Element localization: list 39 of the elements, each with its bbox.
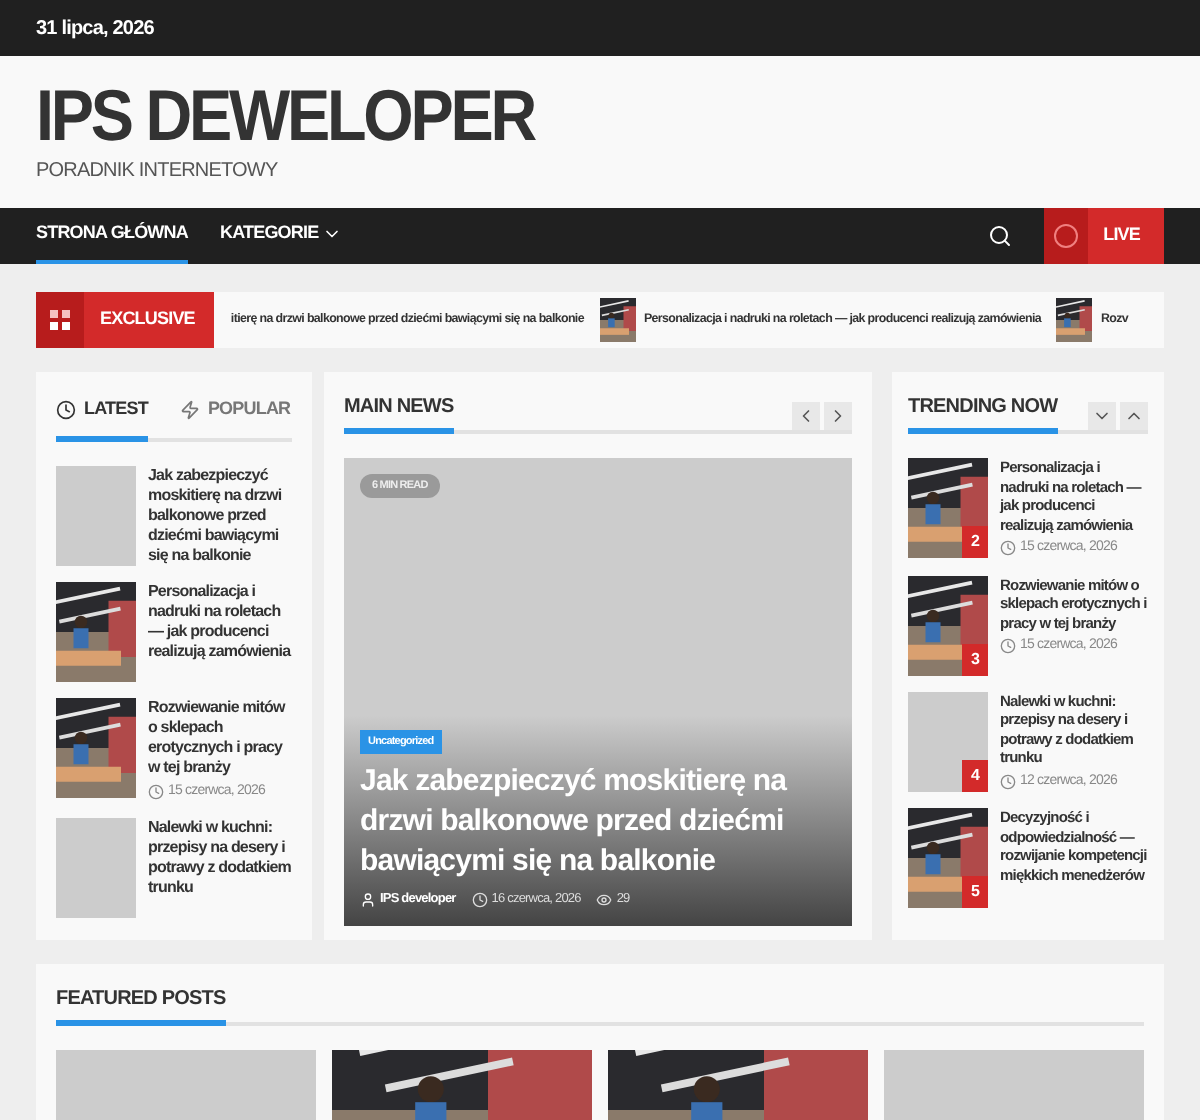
date-text: 31 lipca, 2026 (36, 15, 154, 43)
up-button[interactable] (1120, 402, 1148, 430)
rank-badge: 5 (962, 876, 988, 908)
clock-icon (1000, 773, 1016, 790)
clock-icon (148, 783, 164, 800)
search-icon[interactable] (987, 224, 1012, 248)
rank-badge: 4 (962, 759, 988, 791)
section-heading: FEATURED POSTS (56, 988, 226, 1026)
clock-icon (1000, 540, 1016, 557)
nav-link[interactable]: STRONA GŁÓWNA (36, 208, 188, 264)
rank-badge: 3 (962, 643, 988, 675)
section-heading: MAIN NEWS (344, 396, 454, 434)
post-title[interactable]: Jak zabezpieczyć moskitierę na drzwi balkonowe przed dziećmi bawiącymi się na balkonie (148, 465, 292, 565)
main-news-title[interactable]: Jak zabezpieczyć moskitierę na drzwi balkonowe przed dziećmi bawiącymi się na balkonie (360, 762, 836, 883)
clock-icon (56, 399, 76, 420)
previous-button[interactable] (792, 402, 820, 430)
post-title[interactable]: Rozwiewanie mitów o sklepach erotycznych i pracy w tej branży (148, 697, 292, 777)
image-placeholder (56, 818, 136, 918)
clock-icon (1000, 638, 1016, 655)
grid-icon (50, 310, 70, 330)
section-heading: TRENDING NOW (908, 396, 1058, 434)
image-placeholder (56, 465, 136, 565)
clock-icon (471, 892, 488, 909)
post-title[interactable]: Personalizacja i nadruki na roletach — jak producenci realizują zamówienia (148, 581, 292, 661)
site-tagline: PORADNIK INTERNETOWY (36, 157, 280, 185)
exclusive-label: EXCLUSIVE (36, 292, 215, 348)
tab[interactable]: LATEST (56, 396, 148, 441)
site-title[interactable]: IPS DEWELOPER (36, 79, 1052, 151)
down-button[interactable] (1088, 402, 1116, 430)
nav-link[interactable]: KATEGORIE (219, 208, 343, 264)
lightning-icon (179, 399, 200, 420)
eye-icon (596, 892, 613, 909)
post-title[interactable]: Nalewki w kuchni: przepisy na desery i potrawy z dodatkiem trunku (148, 818, 292, 898)
user-icon (360, 892, 376, 909)
live-button[interactable]: LIVE (1043, 208, 1164, 264)
tab[interactable]: POPULAR (179, 396, 291, 441)
rank-badge: 2 (962, 526, 988, 558)
next-button[interactable] (824, 402, 852, 430)
image-placeholder (908, 691, 988, 791)
